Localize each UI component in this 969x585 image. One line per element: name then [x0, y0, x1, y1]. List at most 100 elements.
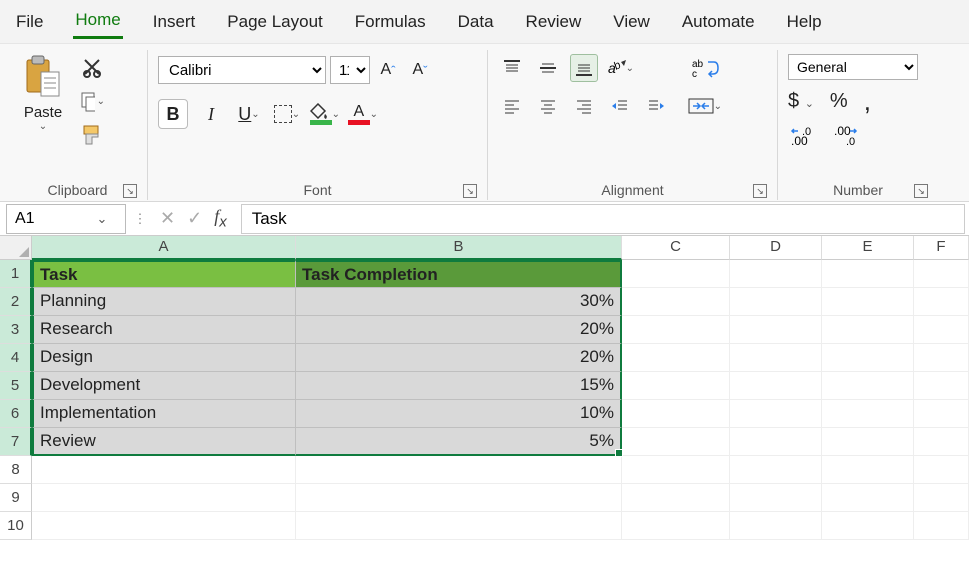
- align-top-icon[interactable]: [498, 54, 526, 82]
- cell-A4[interactable]: Design: [32, 344, 296, 372]
- format-painter-icon[interactable]: [79, 122, 105, 148]
- cell-A8[interactable]: [32, 456, 296, 484]
- column-header-E[interactable]: E: [822, 236, 914, 260]
- cell-D7[interactable]: [730, 428, 822, 456]
- cut-icon[interactable]: [79, 54, 105, 80]
- row-header-9[interactable]: 9: [0, 484, 32, 512]
- cell-A10[interactable]: [32, 512, 296, 540]
- cell-C2[interactable]: [622, 288, 730, 316]
- align-middle-icon[interactable]: [534, 54, 562, 82]
- cell-E5[interactable]: [822, 372, 914, 400]
- column-header-C[interactable]: C: [622, 236, 730, 260]
- cell-F3[interactable]: [914, 316, 969, 344]
- cell-A6[interactable]: Implementation: [32, 400, 296, 428]
- formula-input[interactable]: [241, 204, 965, 234]
- font-name-select[interactable]: Calibri: [158, 56, 326, 84]
- decrease-font-icon[interactable]: Aˇ: [406, 56, 434, 84]
- wrap-text-icon[interactable]: abc: [688, 54, 722, 82]
- underline-button[interactable]: U ⌄: [234, 99, 264, 129]
- cell-C10[interactable]: [622, 512, 730, 540]
- cell-F8[interactable]: [914, 456, 969, 484]
- cell-D3[interactable]: [730, 316, 822, 344]
- font-color-button[interactable]: A ⌄: [348, 99, 378, 129]
- cell-F2[interactable]: [914, 288, 969, 316]
- cell-D5[interactable]: [730, 372, 822, 400]
- bold-button[interactable]: B: [158, 99, 188, 129]
- cell-B2[interactable]: 30%: [296, 288, 622, 316]
- menu-formulas[interactable]: Formulas: [353, 6, 428, 38]
- cell-F10[interactable]: [914, 512, 969, 540]
- cell-D6[interactable]: [730, 400, 822, 428]
- cell-F9[interactable]: [914, 484, 969, 512]
- menu-page-layout[interactable]: Page Layout: [225, 6, 324, 38]
- menu-home[interactable]: Home: [73, 4, 122, 39]
- paste-dropdown[interactable]: ⌄: [39, 121, 47, 132]
- menu-automate[interactable]: Automate: [680, 6, 757, 38]
- cell-D4[interactable]: [730, 344, 822, 372]
- cell-B5[interactable]: 15%: [296, 372, 622, 400]
- cell-B9[interactable]: [296, 484, 622, 512]
- menu-review[interactable]: Review: [524, 6, 584, 38]
- cell-A3[interactable]: Research: [32, 316, 296, 344]
- menu-insert[interactable]: Insert: [151, 6, 198, 38]
- cell-A1[interactable]: Task: [32, 260, 296, 288]
- cell-E3[interactable]: [822, 316, 914, 344]
- increase-indent-icon[interactable]: [642, 92, 670, 120]
- menu-data[interactable]: Data: [456, 6, 496, 38]
- cell-B6[interactable]: 10%: [296, 400, 622, 428]
- decrease-decimal-icon[interactable]: .00.0: [832, 125, 862, 147]
- cell-A7[interactable]: Review: [32, 428, 296, 456]
- cell-D2[interactable]: [730, 288, 822, 316]
- merge-center-icon[interactable]: ⌄: [688, 92, 722, 120]
- cell-E9[interactable]: [822, 484, 914, 512]
- copy-icon[interactable]: ⌄: [79, 88, 105, 114]
- font-launcher-icon[interactable]: ↘: [463, 184, 477, 198]
- enter-formula-icon[interactable]: ✓: [187, 208, 202, 229]
- cell-F1[interactable]: [914, 260, 969, 288]
- cell-F4[interactable]: [914, 344, 969, 372]
- column-header-B[interactable]: B: [296, 236, 622, 260]
- alignment-launcher-icon[interactable]: ↘: [753, 184, 767, 198]
- paste-label[interactable]: Paste: [24, 104, 62, 121]
- cell-C3[interactable]: [622, 316, 730, 344]
- cell-A9[interactable]: [32, 484, 296, 512]
- fill-color-button[interactable]: ⌄: [310, 99, 340, 129]
- cell-B10[interactable]: [296, 512, 622, 540]
- cell-C7[interactable]: [622, 428, 730, 456]
- row-header-2[interactable]: 2: [0, 288, 32, 316]
- cell-D1[interactable]: [730, 260, 822, 288]
- cell-C5[interactable]: [622, 372, 730, 400]
- borders-button[interactable]: ⌄: [272, 99, 302, 129]
- increase-decimal-icon[interactable]: .00.0: [788, 125, 818, 147]
- menu-file[interactable]: File: [14, 6, 45, 38]
- cell-C9[interactable]: [622, 484, 730, 512]
- number-format-select[interactable]: General: [788, 54, 918, 80]
- select-all-corner[interactable]: [0, 236, 32, 260]
- number-launcher-icon[interactable]: ↘: [914, 184, 928, 198]
- paste-icon[interactable]: [23, 54, 63, 100]
- italic-button[interactable]: I: [196, 99, 226, 129]
- cell-C4[interactable]: [622, 344, 730, 372]
- decrease-indent-icon[interactable]: [606, 92, 634, 120]
- row-header-6[interactable]: 6: [0, 400, 32, 428]
- cell-B4[interactable]: 20%: [296, 344, 622, 372]
- align-right-icon[interactable]: [570, 92, 598, 120]
- cell-F7[interactable]: [914, 428, 969, 456]
- name-box-dropdown-icon[interactable]: ⌄: [87, 211, 117, 227]
- cell-D9[interactable]: [730, 484, 822, 512]
- cell-C1[interactable]: [622, 260, 730, 288]
- cell-B3[interactable]: 20%: [296, 316, 622, 344]
- cell-C6[interactable]: [622, 400, 730, 428]
- name-box[interactable]: ⌄: [6, 204, 126, 234]
- cell-E6[interactable]: [822, 400, 914, 428]
- font-size-select[interactable]: 11: [330, 56, 370, 84]
- column-header-F[interactable]: F: [914, 236, 969, 260]
- menu-view[interactable]: View: [611, 6, 652, 38]
- cell-E4[interactable]: [822, 344, 914, 372]
- cell-A5[interactable]: Development: [32, 372, 296, 400]
- cell-D10[interactable]: [730, 512, 822, 540]
- cell-E2[interactable]: [822, 288, 914, 316]
- cell-B7[interactable]: 5%: [296, 428, 622, 456]
- accounting-format-icon[interactable]: $ ⌄: [788, 90, 814, 113]
- row-header-3[interactable]: 3: [0, 316, 32, 344]
